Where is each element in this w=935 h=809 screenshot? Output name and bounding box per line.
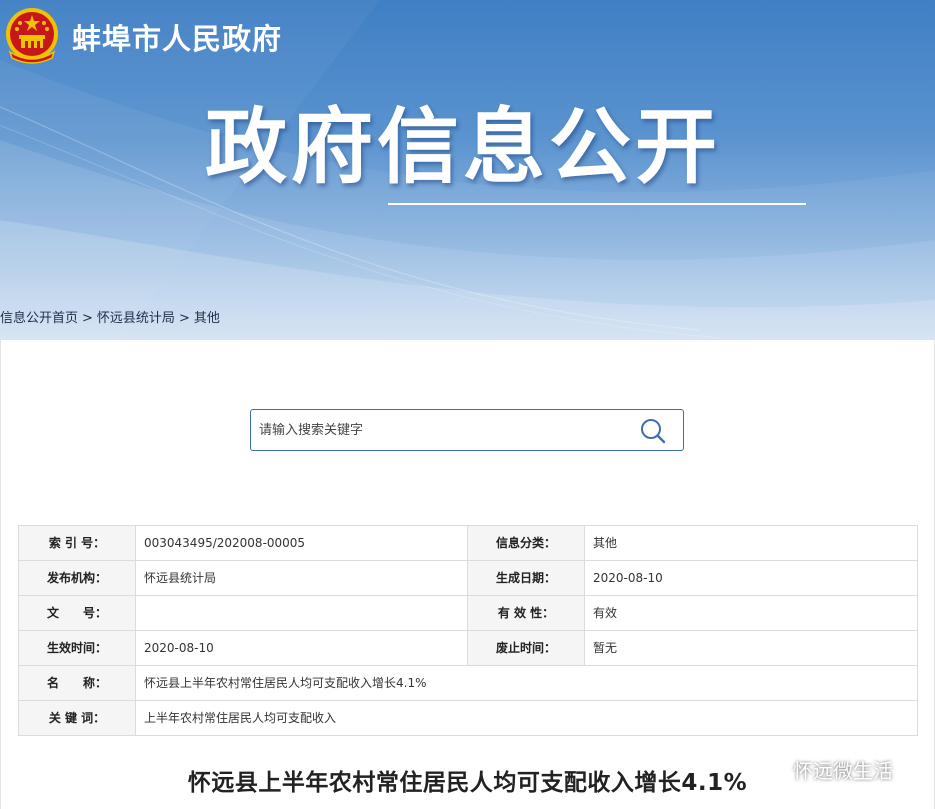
header-banner: 蚌埠市人民政府 政府信息公开 信息公开首页 > 怀远县统计局 > 其他: [0, 0, 935, 340]
search-input[interactable]: [259, 418, 629, 442]
breadcrumb: 信息公开首页 > 怀远县统计局 > 其他: [0, 309, 220, 329]
publisher-label: 发布机构：: [18, 560, 136, 596]
effective-date-label: 生效时间：: [18, 630, 136, 666]
national-emblem-icon: [6, 8, 58, 64]
expire-date-label: 废止时间：: [467, 630, 585, 666]
keywords-value: 上半年农村常住居民人均可支配收入: [135, 700, 918, 736]
watermark-text: 怀远微生活: [793, 758, 893, 783]
banner-title-underline: [388, 203, 806, 205]
index-no-label: 索 引 号：: [18, 525, 136, 561]
validity-label: 有 效 性：: [467, 595, 585, 631]
name-label: 名 称：: [18, 665, 136, 701]
site-name[interactable]: 蚌埠市人民政府: [72, 20, 282, 58]
info-metadata-table: 索 引 号： 003043495/202008-00005 信息分类： 其他 发…: [18, 525, 918, 736]
table-row: 生效时间： 2020-08-10 废止时间： 暂无: [18, 630, 918, 666]
validity-value: 有效: [584, 595, 918, 631]
table-row: 索 引 号： 003043495/202008-00005 信息分类： 其他: [18, 525, 918, 561]
category-label: 信息分类：: [467, 525, 585, 561]
banner-title: 政府信息公开: [205, 100, 722, 195]
table-row: 关 键 词： 上半年农村常住居民人均可支配收入: [18, 700, 918, 736]
expire-date-value: 暂无: [584, 630, 918, 666]
publisher-value: 怀远县统计局: [135, 560, 468, 596]
table-row: 文 号： 有 效 性： 有效: [18, 595, 918, 631]
search-box: [250, 409, 684, 451]
breadcrumb-separator: >: [82, 311, 93, 326]
doc-no-value: [135, 595, 468, 631]
watermark: 怀远微生活: [763, 755, 893, 783]
table-row: 名 称： 怀远县上半年农村常住居民人均可支配收入增长4.1%: [18, 665, 918, 701]
index-no-value: 003043495/202008-00005: [135, 525, 468, 561]
effective-date-value: 2020-08-10: [135, 630, 468, 666]
wechat-icon: [763, 758, 789, 779]
breadcrumb-item-current[interactable]: 其他: [194, 309, 220, 329]
created-date-label: 生成日期：: [467, 560, 585, 596]
name-value: 怀远县上半年农村常住居民人均可支配收入增长4.1%: [135, 665, 918, 701]
category-value: 其他: [584, 525, 918, 561]
breadcrumb-separator: >: [178, 311, 190, 326]
breadcrumb-item-home[interactable]: 信息公开首页: [0, 309, 78, 329]
breadcrumb-item-department[interactable]: 怀远县统计局: [97, 309, 175, 329]
created-date-value: 2020-08-10: [584, 560, 918, 596]
keywords-label: 关 键 词：: [18, 700, 136, 736]
search-icon[interactable]: [639, 417, 667, 445]
table-row: 发布机构： 怀远县统计局 生成日期： 2020-08-10: [18, 560, 918, 596]
doc-no-label: 文 号：: [18, 595, 136, 631]
